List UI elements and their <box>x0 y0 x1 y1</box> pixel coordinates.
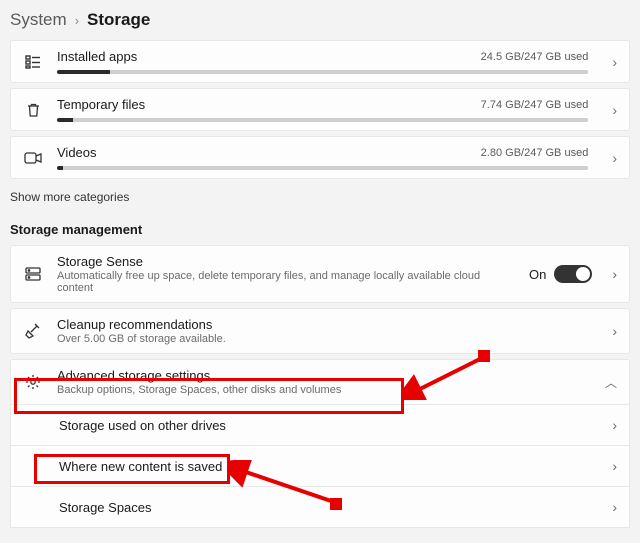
breadcrumb-root[interactable]: System <box>10 10 67 30</box>
row-subtitle: Automatically free up space, delete temp… <box>57 270 515 294</box>
chevron-up-icon: ︿ <box>605 374 617 391</box>
chevron-right-icon: › <box>606 150 617 166</box>
storage-sense-toggle[interactable] <box>554 265 592 283</box>
usage-row-videos[interactable]: Videos 2.80 GB/247 GB used › <box>10 136 630 179</box>
broom-icon <box>23 323 43 339</box>
row-title: Advanced storage settings <box>57 368 591 383</box>
usage-row-temporary-files[interactable]: Temporary files 7.74 GB/247 GB used › <box>10 88 630 131</box>
usage-text: 24.5 GB/247 GB used <box>481 51 589 63</box>
chevron-right-icon: › <box>606 458 617 474</box>
advanced-storage-settings-row[interactable]: Advanced storage settings Backup options… <box>10 359 630 405</box>
row-title: Cleanup recommendations <box>57 317 592 332</box>
sub-row-label: Storage Spaces <box>59 500 152 515</box>
video-icon <box>23 151 43 165</box>
sub-row-storage-spaces[interactable]: Storage Spaces › <box>10 487 630 528</box>
usage-bar <box>57 70 588 74</box>
apps-icon <box>23 54 43 70</box>
sub-row-label: Storage used on other drives <box>59 418 226 433</box>
trash-icon <box>23 102 43 118</box>
storage-sense-row[interactable]: Storage Sense Automatically free up spac… <box>10 245 630 303</box>
sub-row-storage-used-other-drives[interactable]: Storage used on other drives › <box>10 405 630 446</box>
drive-icon <box>23 266 43 282</box>
section-header-storage-management: Storage management <box>10 218 630 245</box>
chevron-right-icon: › <box>606 323 617 339</box>
sub-row-label: Where new content is saved <box>59 459 222 474</box>
usage-row-installed-apps[interactable]: Installed apps 24.5 GB/247 GB used › <box>10 40 630 83</box>
show-more-categories[interactable]: Show more categories <box>10 184 630 218</box>
row-subtitle: Over 5.00 GB of storage available. <box>57 333 592 345</box>
cleanup-recommendations-row[interactable]: Cleanup recommendations Over 5.00 GB of … <box>10 308 630 354</box>
chevron-right-icon: › <box>606 266 617 282</box>
chevron-right-icon: › <box>606 499 617 515</box>
usage-title: Temporary files <box>57 97 145 112</box>
breadcrumb-current: Storage <box>87 10 150 30</box>
breadcrumb: System › Storage <box>10 8 630 40</box>
chevron-right-icon: › <box>606 417 617 433</box>
chevron-right-icon: › <box>606 102 617 118</box>
usage-bar <box>57 166 588 170</box>
row-subtitle: Backup options, Storage Spaces, other di… <box>57 384 591 396</box>
usage-bar <box>57 118 588 122</box>
chevron-right-icon: › <box>606 54 617 70</box>
gear-icon <box>23 374 43 390</box>
usage-text: 2.80 GB/247 GB used <box>481 147 589 159</box>
chevron-right-icon: › <box>75 13 79 28</box>
usage-title: Installed apps <box>57 49 137 64</box>
sub-row-where-new-content-saved[interactable]: Where new content is saved › <box>10 446 630 487</box>
toggle-label: On <box>529 267 546 282</box>
row-title: Storage Sense <box>57 254 515 269</box>
usage-title: Videos <box>57 145 97 160</box>
usage-text: 7.74 GB/247 GB used <box>481 99 589 111</box>
